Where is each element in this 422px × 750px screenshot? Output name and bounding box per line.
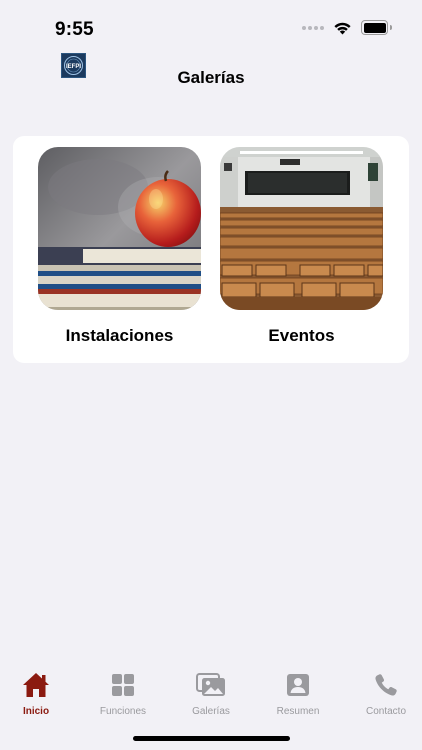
grid-icon: [112, 674, 134, 696]
tab-resumen[interactable]: Resumen: [256, 670, 340, 717]
wifi-icon: [334, 22, 351, 34]
signal-dots-icon: [302, 25, 324, 30]
apple-on-books-image[interactable]: [38, 147, 201, 310]
home-indicator[interactable]: [133, 736, 290, 741]
status-icons: [302, 20, 392, 35]
tab-contacto[interactable]: Contacto: [344, 670, 422, 717]
tab-label-funciones: Funciones: [99, 706, 147, 717]
tab-label-contacto: Contacto: [365, 706, 407, 717]
tab-galerias[interactable]: Galerías: [169, 670, 253, 717]
house-icon: [23, 673, 49, 697]
person-card-icon: [287, 674, 309, 696]
gallery-item-eventos[interactable]: Eventos: [220, 147, 383, 346]
tab-label-resumen: Resumen: [276, 706, 320, 717]
gallery-item-instalaciones[interactable]: Instalaciones: [38, 147, 201, 346]
tab-label-galerias: Galerías: [192, 706, 230, 717]
lecture-hall-image[interactable]: [220, 147, 383, 310]
page-title: Galerías: [177, 68, 245, 87]
gallery-card: Instalaciones Eventos: [13, 136, 409, 363]
gallery-label-instalaciones[interactable]: Instalaciones: [38, 326, 201, 346]
battery-icon: [361, 20, 392, 35]
tab-label-inicio: Inicio: [22, 706, 50, 717]
photos-icon: [196, 673, 225, 696]
status-bar: 9:55: [0, 0, 422, 50]
tab-funciones[interactable]: Funciones: [81, 670, 165, 717]
phone-icon: [375, 674, 397, 696]
gallery-label-eventos[interactable]: Eventos: [220, 326, 383, 346]
tab-inicio[interactable]: Inicio: [0, 670, 78, 717]
status-time: 9:55: [55, 19, 94, 40]
